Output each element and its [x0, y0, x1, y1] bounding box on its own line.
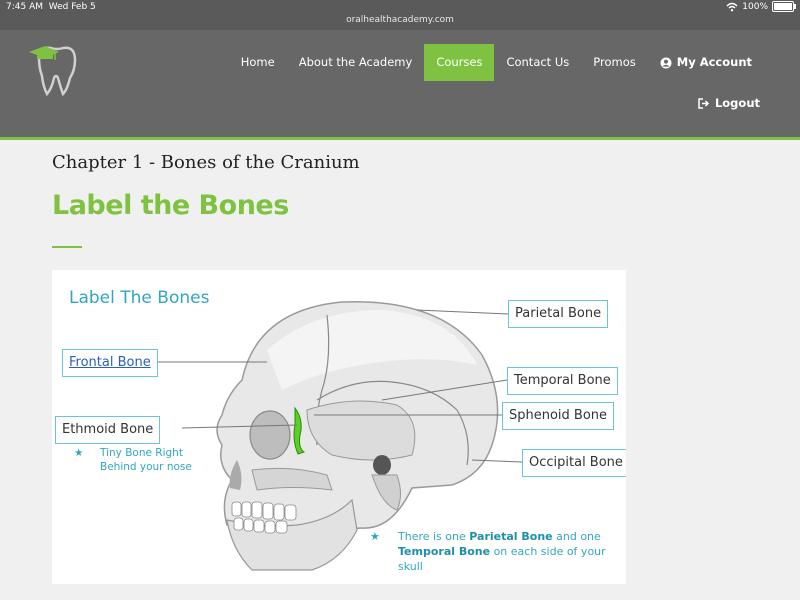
- main-nav: Home About the Academy Courses Contact U…: [229, 44, 764, 81]
- nav-courses[interactable]: Courses: [424, 44, 495, 81]
- logout-label: Logout: [714, 96, 760, 110]
- chapter-heading: Chapter 1 - Bones of the Cranium: [52, 152, 360, 173]
- ethmoid-note: ★ Tiny Bone Right Behind your nose: [74, 446, 192, 474]
- logout-icon: [698, 97, 710, 109]
- status-right: 100%: [726, 1, 796, 12]
- note2-text-f: skull: [398, 560, 423, 573]
- battery-percent: 100%: [742, 1, 768, 12]
- nav-home[interactable]: Home: [229, 44, 287, 81]
- label-parietal-bone[interactable]: Parietal Bone: [508, 300, 609, 328]
- wifi-icon: [726, 2, 738, 11]
- status-time: 7:45 AM Wed Feb 5: [6, 2, 96, 12]
- skull-diagram: Label The Bones Parietal Bone Frontal Bo…: [52, 270, 626, 584]
- nav-contact[interactable]: Contact Us: [494, 44, 581, 81]
- nav-about[interactable]: About the Academy: [287, 44, 425, 81]
- title-divider: [52, 246, 82, 248]
- star-icon: ★: [74, 447, 84, 459]
- note2-temporal: Temporal Bone: [398, 545, 491, 558]
- label-ethmoid-bone[interactable]: Ethmoid Bone: [55, 416, 161, 444]
- user-icon: [660, 57, 672, 68]
- url-bar[interactable]: oralhealthacademy.com: [0, 15, 800, 25]
- note-line-2: Behind your nose: [100, 461, 192, 473]
- star-icon: ★: [370, 530, 380, 543]
- note2-text-e: on each side of your: [490, 545, 606, 558]
- status-bar: 7:45 AM Wed Feb 5 oralhealthacademy.com …: [0, 0, 800, 30]
- nav-my-account[interactable]: My Account: [648, 44, 764, 81]
- note2-parietal: Parietal Bone: [469, 530, 553, 543]
- page-title: Label the Bones: [52, 190, 289, 221]
- parietal-temporal-note: ★ There is one Parietal Bone and one Tem…: [370, 529, 606, 574]
- label-frontal-bone[interactable]: Frontal Bone: [62, 349, 158, 377]
- logout-link[interactable]: Logout: [698, 96, 760, 110]
- note2-text-a: There is one: [398, 530, 470, 543]
- nav-promos[interactable]: Promos: [581, 44, 647, 81]
- note2-text-c: and one: [552, 530, 601, 543]
- label-temporal-bone[interactable]: Temporal Bone: [507, 367, 618, 395]
- tooth-logo-icon[interactable]: [25, 38, 85, 98]
- label-occipital-bone[interactable]: Occipital Bone: [522, 449, 626, 477]
- label-sphenoid-bone[interactable]: Sphenoid Bone: [502, 402, 615, 430]
- site-header: Home About the Academy Courses Contact U…: [0, 30, 800, 140]
- note-line-1: Tiny Bone Right: [100, 447, 183, 459]
- my-account-label: My Account: [676, 55, 752, 69]
- battery-icon: [772, 1, 796, 12]
